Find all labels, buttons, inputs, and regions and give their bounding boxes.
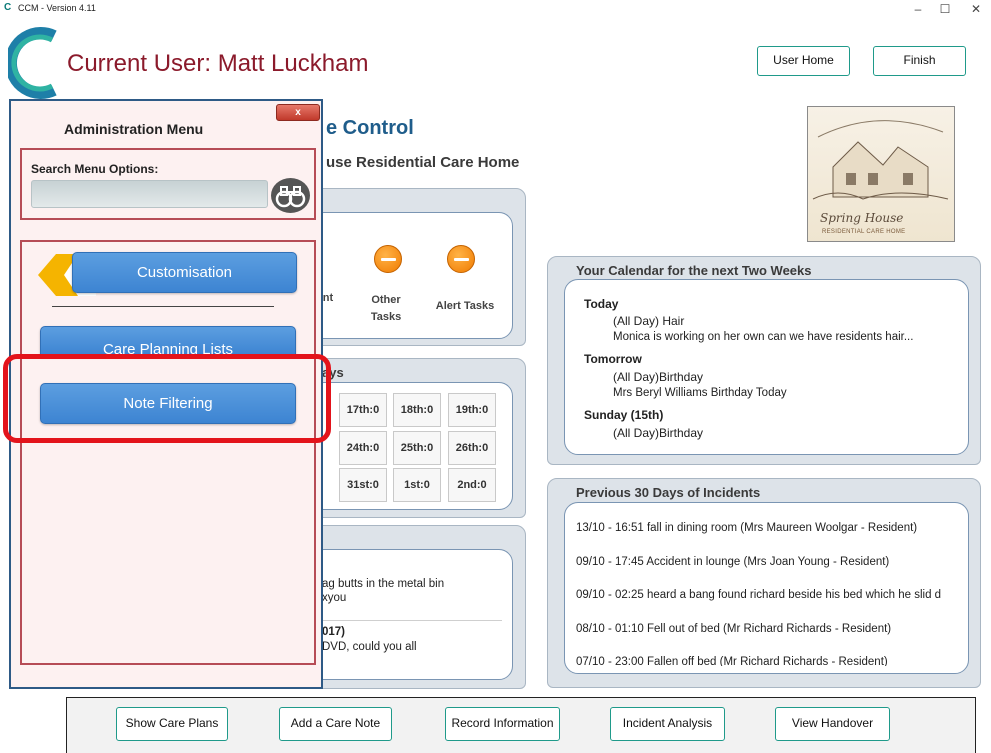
calendar-line: Tomorrow — [584, 352, 642, 366]
customisation-button[interactable]: Customisation — [72, 252, 297, 293]
window-title: CCM - Version 4.11 — [18, 3, 96, 13]
day-cell[interactable]: 24th:0 — [339, 431, 387, 465]
incident-item[interactable]: 09/10 - 02:25 heard a bang found richard… — [576, 589, 962, 601]
calendar-line: (All Day)Birthday — [613, 370, 704, 384]
calendar-title: Your Calendar for the next Two Weeks — [576, 263, 812, 278]
finish-button[interactable]: Finish — [873, 46, 966, 76]
other-tasks-icon[interactable] — [374, 245, 402, 273]
binoculars-icon — [275, 186, 306, 208]
menu-options-section — [20, 240, 316, 665]
incidents-title: Previous 30 Days of Incidents — [576, 485, 761, 500]
incident-item[interactable]: 09/10 - 17:45 Accident in lounge (Mrs Jo… — [576, 556, 962, 568]
admin-menu-close-button[interactable]: x — [276, 104, 320, 121]
calendar-line: (All Day)Birthday — [613, 426, 704, 440]
title-bar: C CCM - Version 4.11 – ☐ ✕ — [0, 0, 991, 18]
incident-item[interactable]: 13/10 - 16:51 fall in dining room (Mrs M… — [576, 522, 962, 534]
search-menu-input[interactable] — [31, 180, 268, 208]
day-cell[interactable]: 31st:0 — [339, 468, 387, 502]
note-line: DVD, could you all — [322, 641, 417, 653]
add-care-note-button[interactable]: Add a Care Note — [279, 707, 392, 741]
note-divider — [322, 620, 502, 621]
close-window-icon[interactable]: ✕ — [961, 0, 991, 18]
day-cell[interactable]: 2nd:0 — [448, 468, 496, 502]
day-cell[interactable]: 18th:0 — [393, 393, 441, 427]
calendar-line: Sunday (15th) — [584, 408, 664, 422]
highlight-box — [3, 354, 331, 443]
ccm-logo-icon: C — [4, 2, 12, 13]
ccm-logo — [8, 27, 57, 99]
photo-subcaption: RESIDENTIAL CARE HOME — [822, 229, 906, 235]
note-line: xyou — [322, 592, 347, 604]
record-information-button[interactable]: Record Information — [445, 707, 560, 741]
notes-panel-body — [310, 549, 513, 680]
photo-caption: Spring House — [820, 211, 904, 225]
care-planning-lists-button[interactable]: Care Planning Lists — [40, 326, 296, 356]
day-cell[interactable]: 26th:0 — [448, 431, 496, 465]
incident-item[interactable]: 07/10 - 23:00 Fallen off bed (Mr Richard… — [576, 656, 962, 666]
note-line: 017) — [322, 626, 346, 638]
calendar-line: Monica is working on her own can we have… — [613, 331, 914, 343]
other-tasks-label: Other Tasks — [360, 292, 412, 326]
show-care-plans-button[interactable]: Show Care Plans — [116, 707, 228, 741]
day-cell[interactable]: 19th:0 — [448, 393, 496, 427]
binoculars-search-button[interactable] — [271, 178, 310, 213]
minimize-icon[interactable]: – — [903, 0, 933, 18]
calendar-line: Mrs Beryl Williams Birthday Today — [613, 387, 787, 399]
view-handover-button[interactable]: View Handover — [775, 707, 890, 741]
incident-analysis-button[interactable]: Incident Analysis — [610, 707, 725, 741]
incident-item[interactable]: 08/10 - 01:10 Fell out of bed (Mr Richar… — [576, 623, 962, 635]
other-tasks-label-text: Other Tasks — [370, 294, 402, 323]
house-illustration — [812, 120, 949, 200]
day-cell[interactable]: 25th:0 — [393, 431, 441, 465]
admin-menu-title: Administration Menu — [64, 121, 204, 137]
day-cell[interactable]: 1st:0 — [393, 468, 441, 502]
current-user-title: Current User: Matt Luckham — [67, 50, 369, 77]
alert-tasks-label: Alert Tasks — [435, 300, 495, 312]
ccm-window: C CCM - Version 4.11 – ☐ ✕ Current User:… — [0, 0, 991, 753]
calendar-line: (All Day) Hair — [613, 314, 685, 328]
calendar-line: Today — [584, 297, 619, 311]
home-name: use Residential Care Home — [326, 154, 520, 171]
alert-tasks-icon[interactable] — [447, 245, 475, 273]
note-line: ag butts in the metal bin — [322, 578, 445, 590]
menu-divider — [52, 306, 274, 307]
day-cell[interactable]: 17th:0 — [339, 393, 387, 427]
care-home-photo: Spring House RESIDENTIAL CARE HOME — [807, 106, 955, 242]
search-menu-label: Search Menu Options: — [31, 162, 159, 176]
user-home-button[interactable]: User Home — [757, 46, 850, 76]
maximize-icon[interactable]: ☐ — [930, 0, 960, 18]
page-title: e Control — [326, 117, 414, 139]
